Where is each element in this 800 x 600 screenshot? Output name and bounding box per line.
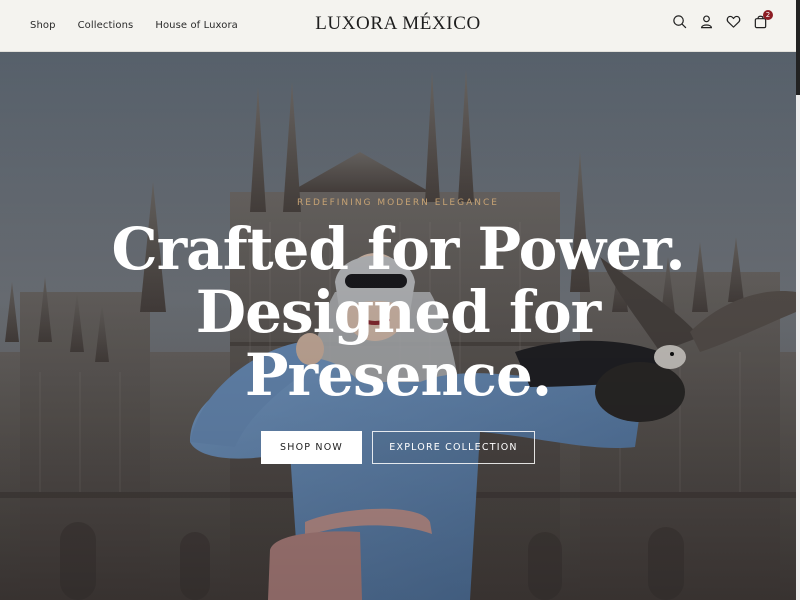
header-icons: 2	[672, 10, 773, 29]
hero-eyebrow: REDEFINING MODERN ELEGANCE	[297, 198, 499, 208]
scrollbar-thumb[interactable]	[796, 0, 800, 95]
shop-now-button[interactable]: SHOP NOW	[261, 431, 362, 464]
page-scrollbar[interactable]	[796, 0, 800, 600]
site-header: Shop Collections House of Luxora LUXORA …	[0, 0, 796, 52]
user-icon[interactable]	[699, 14, 714, 29]
heart-icon[interactable]	[726, 14, 741, 29]
hero-headline-line-1: Crafted for Power.	[111, 215, 685, 283]
hero-headline: Crafted for Power. Designed for Presence…	[0, 218, 796, 407]
bag-icon[interactable]: 2	[753, 10, 773, 29]
hero-headline-line-2: Designed for	[195, 278, 601, 346]
hero-banner: REDEFINING MODERN ELEGANCE Crafted for P…	[0, 52, 796, 600]
search-icon[interactable]	[672, 14, 687, 29]
hero-headline-line-3: Presence.	[244, 341, 552, 409]
cart-count-badge: 2	[763, 10, 773, 20]
explore-collection-button[interactable]: EXPLORE COLLECTION	[372, 431, 535, 464]
